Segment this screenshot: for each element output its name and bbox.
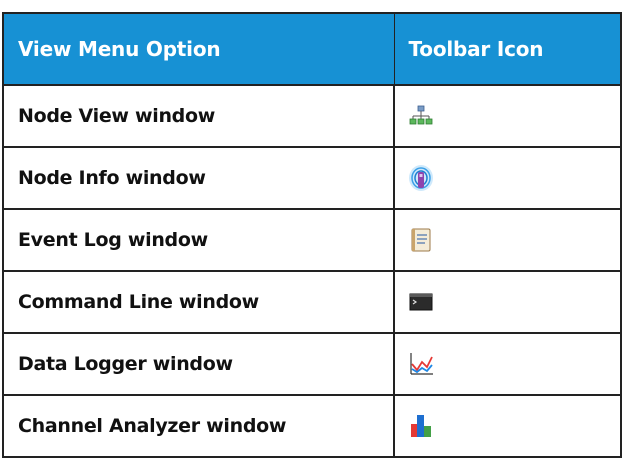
channel-analyzer-icon (411, 415, 431, 437)
event-log-icon (411, 228, 431, 252)
option-command-line: Command Line window (2, 270, 395, 334)
header-toolbar-icon: Toolbar Icon (393, 12, 622, 86)
view-menu-table: View Menu Option Toolbar Icon Node View … (2, 12, 622, 458)
table-header-row: View Menu Option Toolbar Icon (2, 12, 622, 86)
data-logger-icon (410, 353, 433, 375)
icon-cell (393, 84, 622, 148)
option-channel-analyzer: Channel Analyzer window (2, 394, 395, 458)
view-menu-table-container: View Menu Option Toolbar Icon Node View … (2, 12, 622, 458)
option-node-view: Node View window (2, 84, 395, 148)
node-info-icon (409, 165, 433, 191)
header-view-menu-option: View Menu Option (2, 12, 395, 86)
icon-cell (393, 270, 622, 334)
table-row: Channel Analyzer window (2, 394, 622, 458)
command-line-icon (409, 293, 433, 311)
table-row: Event Log window (2, 208, 622, 272)
option-event-log: Event Log window (2, 208, 395, 272)
table-row: Command Line window (2, 270, 622, 334)
icon-cell (393, 208, 622, 272)
option-node-info: Node Info window (2, 146, 395, 210)
table-row: Node Info window (2, 146, 622, 210)
table-row: Data Logger window (2, 332, 622, 396)
icon-cell (393, 146, 622, 210)
node-view-icon (409, 105, 433, 125)
option-data-logger: Data Logger window (2, 332, 395, 396)
table-row: Node View window (2, 84, 622, 148)
icon-cell (393, 394, 622, 458)
icon-cell (393, 332, 622, 396)
